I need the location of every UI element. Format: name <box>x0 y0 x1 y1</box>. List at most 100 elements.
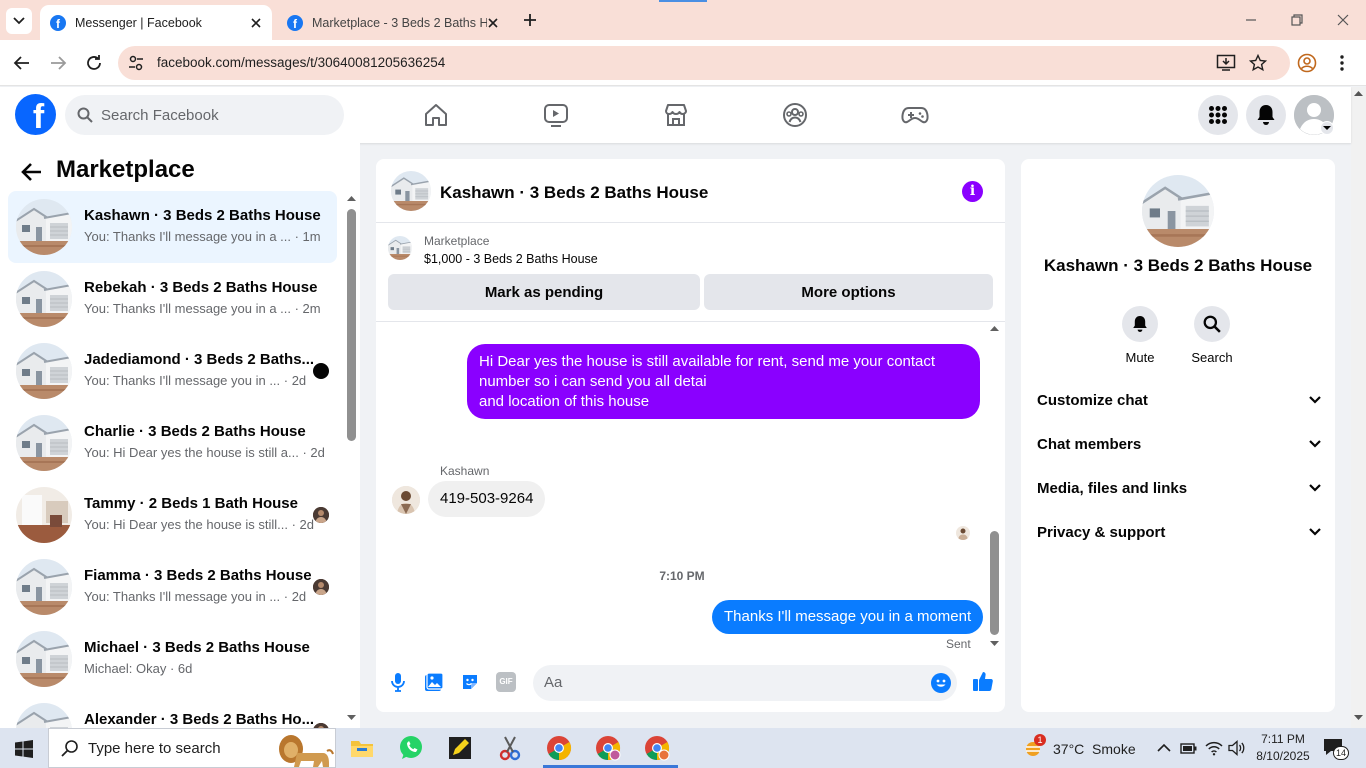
conversation-item[interactable]: Tammy · 2 Beds 1 Bath House You: Hi Dear … <box>8 479 337 551</box>
conversation-name: Kashawn · 3 Beds 2 Baths House <box>84 207 321 224</box>
conversation-thumbnail <box>16 559 72 615</box>
conversation-item[interactable]: Charlie · 3 Beds 2 Baths House You: Hi De… <box>8 407 337 479</box>
emoji-icon[interactable] <box>931 673 951 693</box>
mark-as-pending-button[interactable]: Mark as pending <box>388 274 700 310</box>
clock[interactable]: 7:11 PM 8/10/2025 <box>1253 731 1313 765</box>
reload-icon[interactable] <box>83 52 105 74</box>
url-text[interactable]: facebook.com/messages/t/3064008120563625… <box>157 55 445 70</box>
conversation-item[interactable]: Kashawn · 3 Beds 2 Baths House You: Thank… <box>8 191 337 263</box>
chevron-down-icon <box>1309 396 1321 404</box>
clock-time: 7:11 PM <box>1261 732 1305 746</box>
account-avatar[interactable] <box>1294 95 1334 135</box>
taskbar-search-input[interactable]: Type here to search <box>48 728 336 768</box>
back-icon[interactable] <box>11 52 33 74</box>
account-chevron-icon[interactable] <box>1320 121 1334 135</box>
scroll-down-icon[interactable] <box>1354 715 1363 721</box>
conversation-item[interactable]: Michael · 3 Beds 2 Baths House Michael: O… <box>8 623 337 695</box>
notification-center-icon[interactable]: 14 <box>1323 738 1349 760</box>
page-scrollbar[interactable] <box>1351 87 1366 728</box>
conversation-preview: You: Hi Dear yes the house is still a...… <box>84 445 325 460</box>
profile-icon[interactable] <box>1297 53 1317 73</box>
forward-icon[interactable] <box>47 52 69 74</box>
file-explorer-icon[interactable] <box>348 734 376 762</box>
chat-title[interactable]: Kashawn · 3 Beds 2 Baths House <box>440 183 708 203</box>
browser-menu-icon[interactable] <box>1336 54 1348 72</box>
home-icon[interactable] <box>418 97 454 133</box>
scroll-down-icon[interactable] <box>347 715 356 721</box>
tab-marketplace[interactable]: f Marketplace - 3 Beds 2 Baths H <box>277 5 509 40</box>
new-tab-icon[interactable] <box>522 12 538 28</box>
search-facebook-input[interactable]: Search Facebook <box>65 95 344 135</box>
messages-scrollbar[interactable] <box>989 325 1001 651</box>
facebook-logo[interactable]: f <box>15 94 56 135</box>
battery-icon[interactable] <box>1180 741 1198 755</box>
divider <box>376 321 1005 322</box>
listing-title[interactable]: $1,000 - 3 Beds 2 Baths House <box>424 252 598 266</box>
windows-start-icon[interactable] <box>15 740 33 758</box>
listing-thumbnail[interactable] <box>388 236 412 260</box>
incoming-message[interactable]: 419-503-9264 <box>428 481 546 517</box>
whatsapp-icon[interactable] <box>397 734 425 762</box>
info-section[interactable]: Customize chat <box>1037 378 1321 422</box>
tab-messenger[interactable]: f Messenger | Facebook <box>40 5 272 40</box>
conversation-info-icon[interactable]: i <box>962 181 983 202</box>
menu-grid-icon[interactable] <box>1198 95 1238 135</box>
watch-icon[interactable] <box>538 97 574 133</box>
scroll-thumb[interactable] <box>990 531 999 635</box>
info-section[interactable]: Chat members <box>1037 422 1321 466</box>
thumbs-up-icon[interactable] <box>972 670 994 692</box>
search-in-conversation-button[interactable]: Search <box>1188 306 1236 365</box>
close-window-icon[interactable] <box>1333 10 1353 30</box>
info-section[interactable]: Privacy & support <box>1037 510 1321 554</box>
facebook-favicon-icon: f <box>50 14 66 31</box>
scroll-down-icon[interactable] <box>990 641 999 647</box>
sticker-icon[interactable] <box>460 672 480 692</box>
attach-photo-icon[interactable] <box>424 672 444 692</box>
more-options-button[interactable]: More options <box>704 274 993 310</box>
conversation-item[interactable]: Rebekah · 3 Beds 2 Baths House You: Thank… <box>8 263 337 335</box>
profile-avatar[interactable] <box>1142 175 1214 247</box>
tab-indicator <box>659 0 707 2</box>
scroll-up-icon[interactable] <box>990 325 999 331</box>
scroll-up-icon[interactable] <box>1354 90 1363 96</box>
groups-icon[interactable] <box>777 97 813 133</box>
conversation-preview: Michael: Okay · 6d <box>84 661 193 676</box>
chat-avatar[interactable] <box>391 171 431 211</box>
chrome-profile-active-icon[interactable] <box>643 734 671 762</box>
info-section-label: Chat members <box>1037 435 1142 453</box>
close-tab-icon[interactable] <box>250 17 262 29</box>
show-hidden-icons-icon[interactable] <box>1157 743 1171 753</box>
scroll-up-icon[interactable] <box>347 195 356 201</box>
gaming-icon[interactable] <box>897 97 933 133</box>
restore-icon[interactable] <box>1287 10 1307 30</box>
marketplace-icon[interactable] <box>658 97 694 133</box>
wifi-icon[interactable] <box>1205 740 1223 756</box>
notifications-bell-icon[interactable] <box>1246 95 1286 135</box>
back-arrow-icon[interactable] <box>20 160 44 184</box>
microphone-icon[interactable] <box>390 672 406 692</box>
outgoing-message[interactable]: Thanks I'll message you in a moment <box>712 600 984 634</box>
mute-button[interactable]: Mute <box>1120 306 1160 365</box>
sender-avatar[interactable] <box>392 486 420 514</box>
gif-icon[interactable]: GIF <box>496 672 516 692</box>
tab-search-dropdown-icon[interactable] <box>6 8 32 34</box>
scroll-thumb[interactable] <box>347 209 356 441</box>
close-tab-icon[interactable] <box>487 17 499 29</box>
chrome-profile-icon[interactable] <box>594 734 622 762</box>
minimize-icon[interactable] <box>1241 10 1261 30</box>
weather-widget[interactable]: 1 37°C Smoke <box>1022 734 1136 761</box>
bookmark-star-icon[interactable] <box>1249 54 1267 72</box>
info-section[interactable]: Media, files and links <box>1037 466 1321 510</box>
snipping-tool-icon[interactable] <box>496 734 524 762</box>
conversation-list-scrollbar[interactable] <box>344 195 358 723</box>
chrome-icon[interactable] <box>545 734 573 762</box>
sticky-notes-icon[interactable] <box>446 734 474 762</box>
conversation-item[interactable]: Fiamma · 3 Beds 2 Baths House You: Thanks… <box>8 551 337 623</box>
conversation-item[interactable]: Jadediamond · 3 Beds 2 Baths... You: Than… <box>8 335 337 407</box>
volume-icon[interactable] <box>1228 740 1246 756</box>
weather-badge: 1 <box>1034 734 1046 746</box>
site-info-icon[interactable] <box>126 53 146 73</box>
message-input[interactable]: Aa <box>533 665 957 701</box>
install-app-icon[interactable] <box>1216 54 1236 72</box>
outgoing-message[interactable]: Hi Dear yes the house is still available… <box>467 344 980 419</box>
